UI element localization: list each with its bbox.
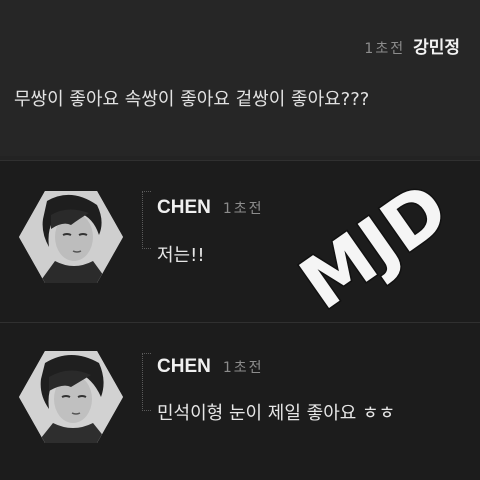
top-comment-author[interactable]: 강민정: [413, 33, 460, 58]
avatar[interactable]: [19, 351, 123, 443]
reply-divider: [142, 191, 151, 249]
reply-divider: [142, 353, 151, 411]
reply-time: 1초전: [222, 360, 264, 376]
avatar-portrait-icon: [19, 191, 123, 283]
reply-time: 1초전: [222, 201, 264, 217]
reply-author[interactable]: CHEN: [157, 356, 211, 378]
reply-item: CHEN 1초전 민석이형 눈이 제일 좋아요 ㅎㅎ: [0, 322, 480, 480]
avatar[interactable]: [19, 191, 123, 283]
top-comment-meta: 1초전 강민정: [364, 33, 460, 58]
top-comment: 1초전 강민정 무쌍이 좋아요 속쌍이 좋아요 겉쌍이 좋아요???: [0, 0, 480, 156]
chat-screen: 1초전 강민정 무쌍이 좋아요 속쌍이 좋아요 겉쌍이 좋아요??? CHEN …: [0, 0, 480, 480]
reply-text: 저는!!: [157, 245, 205, 266]
reply-text: 민석이형 눈이 제일 좋아요 ㅎㅎ: [157, 403, 396, 424]
top-comment-text: 무쌍이 좋아요 속쌍이 좋아요 겉쌍이 좋아요???: [14, 89, 370, 110]
reply-author[interactable]: CHEN: [157, 197, 211, 219]
avatar-portrait-icon: [19, 351, 123, 443]
reply-meta: CHEN 1초전: [157, 356, 264, 378]
reply-meta: CHEN 1초전: [157, 197, 264, 219]
reply-item: CHEN 1초전 저는!!: [0, 160, 480, 323]
top-comment-time: 1초전: [364, 41, 406, 57]
